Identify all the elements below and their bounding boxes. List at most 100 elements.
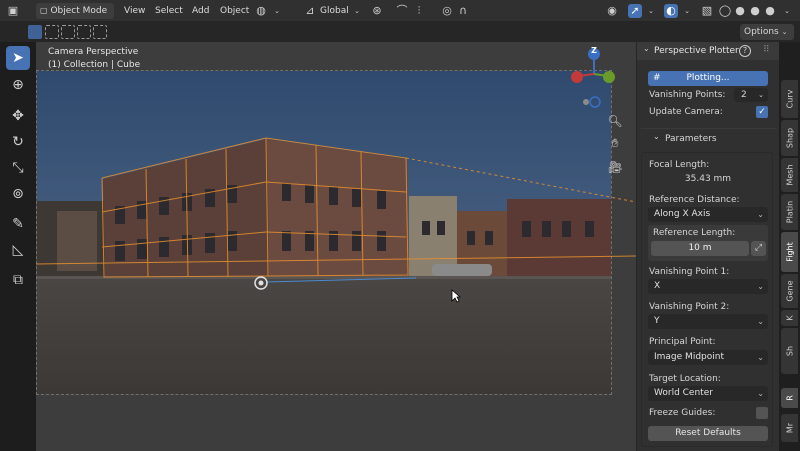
update-camera-label: Update Camera: <box>649 107 723 117</box>
chevron-down-icon[interactable]: ⌄ <box>680 4 694 18</box>
tab-sh[interactable]: Sh <box>781 328 798 374</box>
reference-distance-label: Reference Distance: <box>649 195 740 205</box>
rotate-tool-icon[interactable]: ↻ <box>6 130 30 154</box>
active-object-info: (1) Collection | Cube <box>48 60 141 70</box>
shading-solid-icon[interactable]: ● <box>733 4 747 18</box>
freeze-guides-label: Freeze Guides: <box>649 408 716 418</box>
annotate-tool-icon[interactable]: ✎ <box>6 212 30 236</box>
visibility-icon[interactable]: ◉ <box>605 4 619 18</box>
reference-length-group: Reference Length: 10 m ⤢ <box>648 225 768 261</box>
perspective-guides <box>36 137 636 290</box>
menu-select[interactable]: Select <box>155 3 183 19</box>
menu-view[interactable]: View <box>124 3 145 19</box>
select-extend-icon[interactable] <box>45 25 59 39</box>
measure-eyedropper-icon[interactable]: ⤢ <box>751 241 766 256</box>
tab-curv[interactable]: Curv <box>781 80 798 118</box>
chevron-down-icon[interactable]: ⌄ <box>780 4 794 18</box>
chevron-down-icon: ⌄ <box>757 210 764 219</box>
move-tool-icon[interactable]: ✥ <box>6 104 30 128</box>
select-box-icon[interactable] <box>28 25 42 39</box>
vanishing-points-value: 2 <box>741 90 747 100</box>
shading-wireframe-icon[interactable]: ◯ <box>718 4 732 18</box>
reference-length-label: Reference Length: <box>653 228 736 238</box>
editor-type-icon[interactable]: ▣ <box>6 4 20 18</box>
gizmo-toggle-icon[interactable]: ➚ <box>628 4 642 18</box>
freeze-guides-checkbox[interactable] <box>756 407 768 419</box>
shading-rendered-icon[interactable]: ● <box>763 4 777 18</box>
principal-point-label: Principal Point: <box>649 337 716 347</box>
chevron-down-icon[interactable]: ⌄ <box>350 4 364 18</box>
pan-hand-icon[interactable]: ✋︎ <box>606 134 624 152</box>
vanishing-point-1-label: Vanishing Point 1: <box>649 267 730 277</box>
chevron-down-icon[interactable]: ⌄ <box>644 4 658 18</box>
tab-mr[interactable]: Mr <box>781 414 798 442</box>
overlays-icon[interactable]: ◐ <box>664 4 678 18</box>
tool-header: Options ⌄ <box>0 22 800 42</box>
menu-add[interactable]: Add <box>192 3 209 19</box>
transform-tool-icon[interactable]: ⊚ <box>6 182 30 206</box>
select-intersect-icon[interactable] <box>93 25 107 39</box>
camera-toggle-icon[interactable]: 🎥︎ <box>606 158 624 176</box>
pivot-point-icon[interactable]: ⊛ <box>370 4 384 18</box>
menu-object[interactable]: Object <box>220 3 249 19</box>
panel-title: Perspective Plotter <box>654 46 739 56</box>
camera-view-icon[interactable] <box>580 95 602 109</box>
mouse-cursor-icon <box>451 289 461 303</box>
grid-icon: # <box>653 73 661 83</box>
focal-length-label: Focal Length: <box>649 160 710 170</box>
measure-tool-icon[interactable]: ◺ <box>6 238 30 262</box>
shading-material-icon[interactable]: ● <box>748 4 762 18</box>
vanishing-point-2-dropdown[interactable]: Y ⌄ <box>648 314 768 329</box>
transform-orientation-icon: ⊿ <box>305 4 315 17</box>
transform-orientation-dropdown[interactable]: Global <box>320 3 349 19</box>
tool-shelf: ➤ ⊕ ✥ ↻ ⤡ ⊚ ✎ ◺ ⧉ <box>0 42 36 451</box>
mode-dropdown[interactable]: ▢ Object Mode ⌄ <box>36 3 114 31</box>
principal-point-dropdown[interactable]: Image Midpoint ⌄ <box>648 350 768 365</box>
object-mode-icon: ▢ <box>40 6 48 15</box>
reference-length-field[interactable]: 10 m <box>651 241 749 256</box>
tab-shap[interactable]: Shap <box>781 120 798 156</box>
tab-r[interactable]: R <box>781 388 798 408</box>
tab-gene[interactable]: Gene <box>781 274 798 308</box>
reset-defaults-button[interactable]: Reset Defaults <box>648 426 768 441</box>
plotting-button[interactable]: # Plotting... <box>648 71 768 86</box>
scale-tool-icon[interactable]: ⤡ <box>6 156 30 180</box>
panel-header[interactable]: ⌄ Perspective Plotter ? ⠿ <box>637 42 780 60</box>
tab-fight[interactable]: Fight <box>781 232 798 272</box>
tab-platin[interactable]: Platin <box>781 194 798 230</box>
proportional-edit-icon[interactable]: ◎ <box>440 4 454 18</box>
target-location-value: World Center <box>654 388 713 398</box>
chevron-down-icon[interactable]: ⌄ <box>270 4 284 18</box>
help-icon[interactable]: ? <box>739 45 751 57</box>
chevron-down-icon: ⌄ <box>757 282 764 291</box>
xray-icon[interactable]: ▧ <box>700 4 714 18</box>
select-subtract-icon[interactable] <box>61 25 75 39</box>
drag-handle-icon[interactable]: ⠿ <box>763 45 770 55</box>
falloff-icon[interactable]: ∩ <box>456 4 470 18</box>
parameters-subpanel-header[interactable]: ⌄ Parameters <box>641 128 777 146</box>
3d-viewport[interactable]: Camera Perspective (1) Collection | Cube… <box>36 42 636 451</box>
tab-mesh[interactable]: Mesh <box>781 158 798 192</box>
chevron-down-icon: ⌄ <box>757 389 764 398</box>
tab-k[interactable]: K <box>781 310 798 326</box>
update-camera-checkbox[interactable]: ✓ <box>756 106 768 118</box>
zoom-icon[interactable]: 🔍︎ <box>606 112 624 130</box>
viewport-info: Camera Perspective (1) Collection | Cube <box>48 46 140 72</box>
material-icon[interactable]: ◍ <box>254 4 268 18</box>
cursor-tool-icon[interactable]: ⊕ <box>6 73 30 97</box>
snap-target-icon[interactable]: ⫶ <box>412 4 426 18</box>
vanishing-points-dropdown[interactable]: 2 ⌄ <box>734 88 768 102</box>
viewport-header: ▣ ▢ Object Mode ⌄ View Select Add Object… <box>0 0 800 31</box>
select-tool-icon[interactable]: ➤ <box>6 46 30 70</box>
options-dropdown[interactable]: Options ⌄ <box>740 24 794 40</box>
sidebar-tabs: Curv Shap Mesh Platin Fight Gene K Sh R … <box>779 42 800 451</box>
focal-length-value: 35.43 mm <box>684 174 732 184</box>
reference-distance-dropdown[interactable]: Along X Axis ⌄ <box>648 207 768 222</box>
add-cube-tool-icon[interactable]: ⧉ <box>6 268 30 292</box>
snap-icon[interactable]: ⌒ <box>395 4 409 18</box>
target-location-dropdown[interactable]: World Center ⌄ <box>648 386 768 401</box>
target-location-label: Target Location: <box>649 374 721 384</box>
chevron-down-icon: ⌄ <box>643 44 650 53</box>
select-invert-icon[interactable] <box>77 25 91 39</box>
vanishing-point-1-dropdown[interactable]: X ⌄ <box>648 279 768 294</box>
